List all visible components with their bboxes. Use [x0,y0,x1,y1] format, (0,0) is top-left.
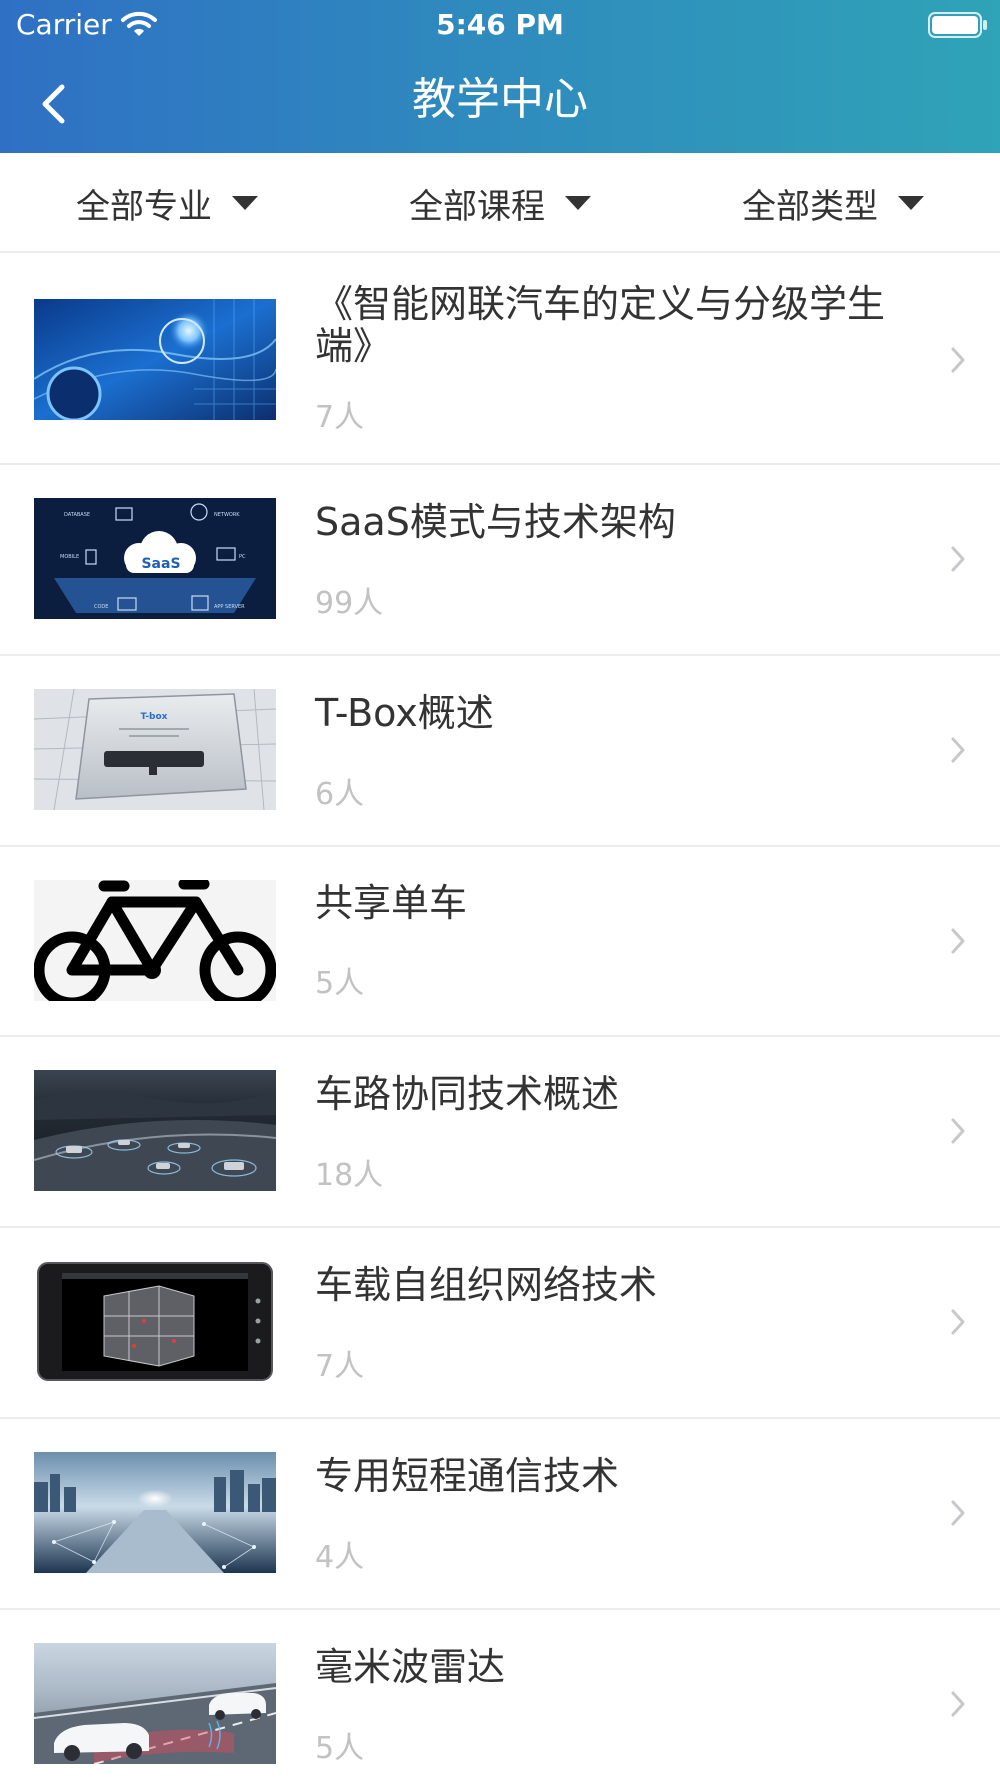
course-list-item[interactable]: 车载自组织网络技术 7人 [0,1228,1000,1419]
dropdown-caret-icon [565,196,591,210]
svg-text:APP SERVER: APP SERVER [214,604,245,610]
course-title: 共享单车 [315,881,468,925]
course-thumbnail [34,1643,276,1764]
course-thumbnail [34,1261,276,1382]
svg-text:T-box: T-box [141,712,168,722]
course-thumbnail [34,880,276,1001]
course-list-item[interactable]: 车路协同技术概述 18人 [0,1037,1000,1228]
course-enrollment-count: 5人 [315,966,365,1001]
course-title: SaaS模式与技术架构 [315,500,676,544]
course-thumbnail [34,1452,276,1573]
course-title: T-Box概述 [315,691,494,735]
course-enrollment-count: 5人 [315,1731,365,1766]
filter-course-label: 全部课程 [409,186,545,227]
course-thumbnail: SaaS DATABASE NETWORK MOBILE PC CODE APP SE… [34,498,276,619]
svg-text:SaaS: SaaS [141,556,180,572]
filter-major-dropdown[interactable]: 全部专业 [76,153,258,253]
chevron-right-icon [951,347,965,373]
chevron-right-icon [951,546,965,572]
course-title: 毫米波雷达 [315,1645,506,1689]
course-title: 车路协同技术概述 [315,1072,620,1116]
course-title: 《智能网联汽车的定义与分级学生端》 [315,282,886,368]
status-bar: Carrier 5:46 PM [0,0,1000,50]
chevron-right-icon [951,1309,965,1335]
chevron-right-icon [951,1500,965,1526]
status-time: 5:46 PM [436,8,564,41]
filter-major-label: 全部专业 [76,186,212,227]
svg-text:NETWORK: NETWORK [214,512,240,518]
app-header: Carrier 5:46 PM 教学中心 [0,0,1000,153]
course-enrollment-count: 4人 [315,1540,365,1575]
course-list-item[interactable]: 共享单车 5人 [0,847,1000,1037]
course-list-item[interactable]: 毫米波雷达 5人 [0,1610,1000,1770]
navigation-bar: 教学中心 [0,50,1000,153]
chevron-right-icon [951,928,965,954]
course-enrollment-count: 7人 [315,1349,365,1384]
chevron-right-icon [951,1691,965,1717]
svg-text:PC: PC [239,554,246,560]
course-list-item[interactable]: T-box T-Box概述 6人 [0,656,1000,847]
course-title: 专用短程通信技术 [315,1454,620,1498]
course-list-item[interactable]: 专用短程通信技术 4人 [0,1419,1000,1610]
course-thumbnail [34,1070,276,1191]
chevron-right-icon [951,1118,965,1144]
chevron-right-icon [951,737,965,763]
course-enrollment-count: 99人 [315,586,384,621]
course-enrollment-count: 6人 [315,777,365,812]
svg-text:CODE: CODE [94,604,108,610]
course-thumbnail: T-box [34,689,276,810]
course-thumbnail [34,299,276,420]
dropdown-caret-icon [898,196,924,210]
course-enrollment-count: 18人 [315,1158,384,1193]
course-list-item[interactable]: 《智能网联汽车的定义与分级学生端》 7人 [0,255,1000,465]
course-enrollment-count: 7人 [315,400,365,435]
course-title: 车载自组织网络技术 [315,1263,658,1307]
battery-icon [928,12,988,38]
course-list: 《智能网联汽车的定义与分级学生端》 7人 SaaS DATABASE NETWO… [0,255,1000,1770]
course-list-item[interactable]: SaaS DATABASE NETWORK MOBILE PC CODE APP SE… [0,465,1000,656]
dropdown-caret-icon [232,196,258,210]
svg-text:MOBILE: MOBILE [60,554,79,560]
svg-text:DATABASE: DATABASE [64,512,90,518]
filter-type-dropdown[interactable]: 全部类型 [742,153,924,253]
filter-course-dropdown[interactable]: 全部课程 [409,153,591,253]
filter-bar: 全部专业 全部课程 全部类型 [0,153,1000,253]
page-title: 教学中心 [412,74,588,125]
filter-type-label: 全部类型 [742,186,878,227]
